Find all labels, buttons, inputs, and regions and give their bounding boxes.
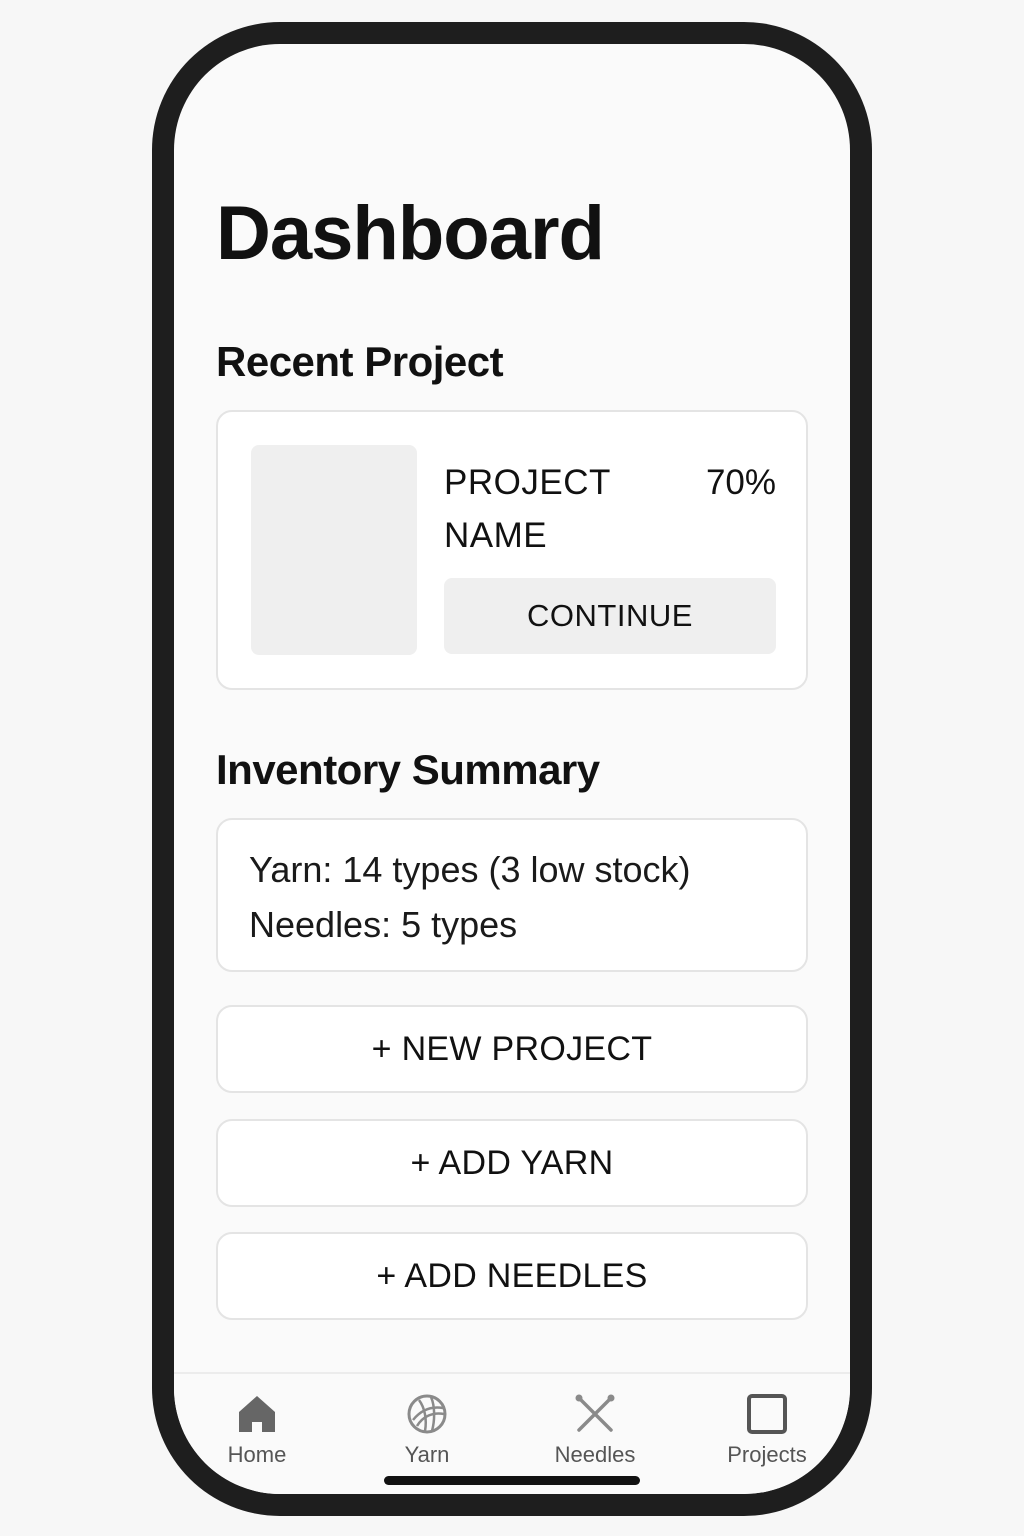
- add-needles-button[interactable]: + ADD NEEDLES: [216, 1232, 808, 1320]
- continue-button[interactable]: CONTINUE: [444, 578, 776, 654]
- tab-yarn[interactable]: Yarn: [352, 1392, 502, 1482]
- tab-projects-label: Projects: [727, 1442, 807, 1467]
- tab-yarn-label: Yarn: [404, 1442, 450, 1467]
- tab-home-label: Home: [227, 1442, 287, 1467]
- home-icon: [239, 1396, 275, 1432]
- tab-needles[interactable]: Needles: [520, 1392, 670, 1482]
- crossed-needles-icon: [575, 1394, 615, 1432]
- recent-project-card: PROJECT NAME 70% CONTINUE: [216, 410, 808, 690]
- phone-frame: Dashboard Recent Project PROJECT NAME 70…: [152, 22, 872, 1516]
- page-title: Dashboard: [216, 191, 605, 276]
- app-screen: Dashboard Recent Project PROJECT NAME 70…: [174, 44, 850, 1494]
- new-project-button[interactable]: + NEW PROJECT: [216, 1005, 808, 1093]
- project-name: PROJECT NAME: [444, 463, 611, 555]
- needles-summary: Needles: 5 types: [249, 904, 518, 945]
- recent-project-heading: Recent Project: [216, 338, 504, 385]
- tab-needles-label: Needles: [554, 1442, 636, 1467]
- yarn-summary: Yarn: 14 types (3 low stock): [249, 849, 691, 890]
- tab-projects[interactable]: Projects: [692, 1392, 842, 1482]
- inventory-summary-card: Yarn: 14 types (3 low stock) Needles: 5 …: [216, 818, 808, 972]
- square-icon: [747, 1394, 787, 1434]
- project-progress: 70%: [705, 463, 776, 502]
- project-thumbnail: [251, 445, 417, 655]
- yarn-ball-icon: [407, 1394, 447, 1434]
- tab-home[interactable]: Home: [182, 1392, 332, 1482]
- inventory-summary-heading: Inventory Summary: [216, 746, 600, 793]
- add-yarn-button[interactable]: + ADD YARN: [216, 1119, 808, 1207]
- home-indicator: [384, 1476, 640, 1485]
